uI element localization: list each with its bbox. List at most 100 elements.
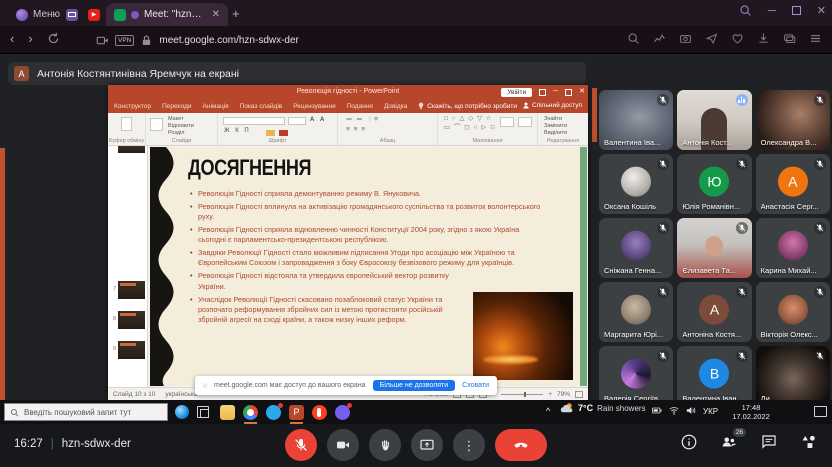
browser-menu-icon[interactable] — [809, 32, 822, 45]
cortana-icon[interactable] — [175, 405, 189, 419]
font-color-button[interactable] — [279, 130, 288, 136]
more-options-button[interactable]: ⋮ — [453, 429, 485, 461]
activities-icon[interactable] — [800, 433, 818, 451]
bold-italic-underline-buttons[interactable]: Ж К П — [224, 128, 251, 134]
participant-tile[interactable]: А Анастасія Серг... — [756, 154, 830, 214]
ppt-share-button[interactable]: Спільний доступ — [523, 102, 582, 109]
ppt-minimize-icon[interactable]: ─ — [553, 87, 558, 97]
task-view-icon[interactable] — [197, 406, 209, 418]
ppt-close-icon[interactable]: ✕ — [579, 87, 585, 97]
close-tab-icon[interactable]: ✕ — [212, 9, 220, 20]
reset-menu-item[interactable]: Відновити — [168, 123, 194, 130]
file-explorer-icon[interactable] — [220, 405, 235, 420]
raise-hand-button[interactable] — [369, 429, 401, 461]
mic-toggle-button[interactable] — [285, 429, 317, 461]
meeting-details-icon[interactable] — [680, 433, 698, 451]
layout-menu-item[interactable]: Макет — [168, 116, 194, 123]
participant-tile-speaking[interactable]: Антонія Кост... — [677, 90, 751, 150]
slide-thumbnail-partial[interactable] — [118, 146, 145, 153]
powerpoint-taskbar-icon[interactable]: P — [289, 405, 304, 420]
bookmark-heart-icon[interactable] — [731, 32, 744, 45]
ribbon-tab[interactable]: Конструктор — [114, 103, 151, 110]
tab-search-icon[interactable] — [739, 4, 752, 17]
ribbon-tab[interactable]: Рецензування — [293, 103, 335, 110]
slide-thumbnail-panel[interactable]: 7 8 9 10 — [108, 146, 148, 387]
screenshot-icon[interactable] — [679, 32, 692, 45]
language-indicator[interactable]: українська — [165, 391, 197, 398]
wallet-cards-icon[interactable] — [783, 32, 796, 45]
language-switcher[interactable]: УКР — [703, 407, 718, 416]
back-icon[interactable]: ‹ — [10, 31, 14, 46]
system-tray[interactable] — [652, 406, 696, 415]
ribbon-tab[interactable]: Показ слайдів — [240, 103, 283, 110]
participant-tile[interactable]: Маргарита Юрі... — [599, 282, 673, 342]
ribbon-tab[interactable]: Анімація — [203, 103, 229, 110]
participant-tile[interactable]: Валерія Сергіїв... — [599, 346, 673, 406]
section-menu-item[interactable]: Розділ — [168, 130, 194, 137]
participant-tile[interactable]: Олександра В... — [756, 90, 830, 150]
find-zoom-icon[interactable] — [627, 32, 640, 45]
ribbon-tab[interactable]: Переходи — [162, 103, 191, 110]
quick-styles-button[interactable] — [518, 117, 532, 127]
browser-taskbar-icon[interactable] — [243, 405, 258, 420]
align-buttons[interactable]: ≡ ≡ ≡ — [346, 126, 366, 134]
camera-toggle-button[interactable] — [327, 429, 359, 461]
participant-tile[interactable]: Єлизавета Та... — [677, 218, 751, 278]
telegram-icon[interactable] — [266, 405, 281, 420]
participant-tile[interactable]: Ли... — [756, 346, 830, 406]
font-name-combobox[interactable] — [223, 117, 285, 125]
select-button[interactable]: Виділити — [544, 130, 567, 137]
tray-expand-icon[interactable]: ^ — [546, 406, 550, 416]
ribbon-options-icon[interactable] — [539, 89, 546, 96]
action-center-icon[interactable] — [814, 406, 827, 417]
participants-panel-icon[interactable]: 26 — [720, 433, 738, 451]
tab-meet-active[interactable]: Meet: "hzn-sdwx-der" ✕ — [106, 3, 228, 26]
paste-button[interactable] — [121, 117, 132, 131]
replace-button[interactable]: Замінити — [544, 123, 567, 130]
participant-tile[interactable]: Валентина Іва... — [599, 90, 673, 150]
slide-thumbnail-9[interactable] — [118, 341, 145, 359]
find-button[interactable]: Знайти — [544, 116, 567, 123]
slide-thumbnail-7[interactable] — [118, 281, 145, 299]
forward-icon[interactable]: › — [28, 31, 32, 46]
participant-tile[interactable]: Ю Юлія Романівн... — [677, 154, 751, 214]
taskbar-weather[interactable]: 7°C Rain showers — [560, 402, 646, 414]
highlight-color-button[interactable] — [266, 130, 275, 136]
end-call-button[interactable] — [495, 429, 547, 461]
ppt-restore-icon[interactable] — [565, 89, 572, 96]
taskbar-clock[interactable]: 17:48 17.02.2022 — [726, 403, 776, 421]
participant-tile[interactable]: Вікторія Олекс... — [756, 282, 830, 342]
participant-tile[interactable]: А Антоніна Костя... — [677, 282, 751, 342]
tab-pinned-mail[interactable] — [62, 3, 82, 26]
zoom-slider[interactable] — [501, 394, 543, 395]
tab-menu[interactable]: Меню — [8, 3, 68, 26]
font-size-combobox[interactable] — [288, 117, 306, 125]
participant-tile[interactable]: Оксана Кошіль — [599, 154, 673, 214]
vpn-badge[interactable]: VPN — [115, 35, 134, 46]
present-button[interactable] — [411, 429, 443, 461]
yandex-browser-icon[interactable] — [312, 405, 327, 420]
ribbon-tab[interactable]: Довідка — [384, 103, 407, 110]
shapes-gallery[interactable]: □ ○ △ ◇ ▽ ☆ — [444, 115, 493, 123]
minimize-window-icon[interactable]: ─ — [768, 5, 776, 17]
share-send-icon[interactable] — [705, 32, 718, 45]
arrange-button[interactable] — [500, 117, 514, 127]
shapes-gallery-row2[interactable]: ▭ ⌒ ◻ ○ ▷ ✩ — [444, 124, 496, 132]
reload-icon[interactable] — [47, 32, 60, 45]
sign-in-button[interactable]: Увійти — [501, 88, 532, 97]
lock-icon[interactable] — [140, 34, 153, 47]
tell-me-box[interactable]: Скажіть, що потрібно зробити — [418, 102, 517, 110]
reader-stats-icon[interactable] — [653, 32, 666, 45]
maximize-window-icon[interactable] — [792, 6, 801, 15]
url-field[interactable]: VPN meet.google.com/hzn-sdwx-der — [88, 30, 628, 50]
zoom-in-icon[interactable]: + — [548, 391, 552, 398]
fit-to-window-icon[interactable] — [575, 391, 583, 398]
tab-camera-icon[interactable] — [96, 34, 109, 47]
zoom-level[interactable]: 79% — [557, 391, 570, 398]
chat-panel-icon[interactable] — [760, 433, 778, 451]
new-slide-button[interactable] — [150, 118, 163, 131]
slide-thumbnail-8[interactable] — [118, 311, 145, 329]
downloads-icon[interactable] — [757, 32, 770, 45]
close-window-icon[interactable]: ✕ — [817, 4, 826, 17]
taskbar-search-box[interactable]: Введіть пошуковий запит тут — [4, 403, 168, 421]
